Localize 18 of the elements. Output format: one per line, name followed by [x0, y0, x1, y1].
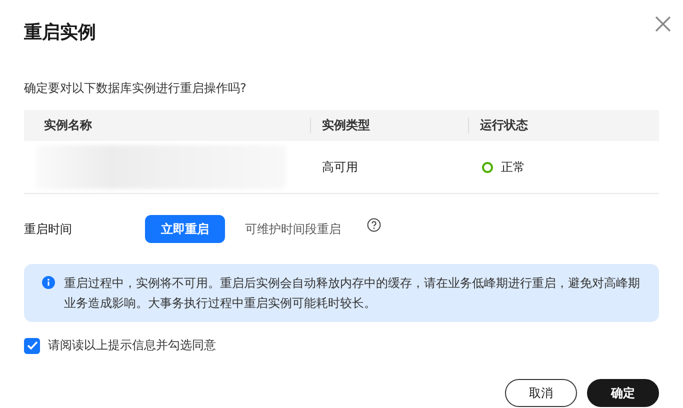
dialog-title: 重启实例 [24, 21, 96, 45]
cancel-button[interactable]: 取消 [505, 379, 577, 407]
agree-label: 请阅读以上提示信息并勾选同意 [48, 337, 216, 354]
agree-checkbox[interactable] [24, 338, 40, 354]
restart-option[interactable]: 立即重启 [145, 215, 225, 243]
info-icon [42, 276, 55, 289]
notice-text: 重启过程中，实例将不可用。重启后实例会自动释放内存中的缓存，请在业务低峰期进行重启，避免对高峰期业务造成影响。大事务执行过程中重启实例可能耗时较长。 [64, 275, 641, 312]
column-header: 运行状态 [479, 118, 528, 132]
confirm-button[interactable]: 确定 [587, 379, 659, 407]
status-text: 正常 [501, 158, 525, 176]
column-header: 实例名称 [43, 118, 92, 132]
confirm-question: 确定要对以下数据库实例进行重启操作吗? [24, 80, 248, 96]
restart-option[interactable]: 可维护时间段重启 [229, 215, 357, 243]
table-cell-text: 高可用 [321, 160, 358, 174]
close-icon[interactable] [654, 15, 672, 33]
restart-time-label: 重启时间 [24, 220, 73, 238]
column-header: 实例类型 [321, 118, 370, 132]
help-icon[interactable] [367, 218, 381, 232]
